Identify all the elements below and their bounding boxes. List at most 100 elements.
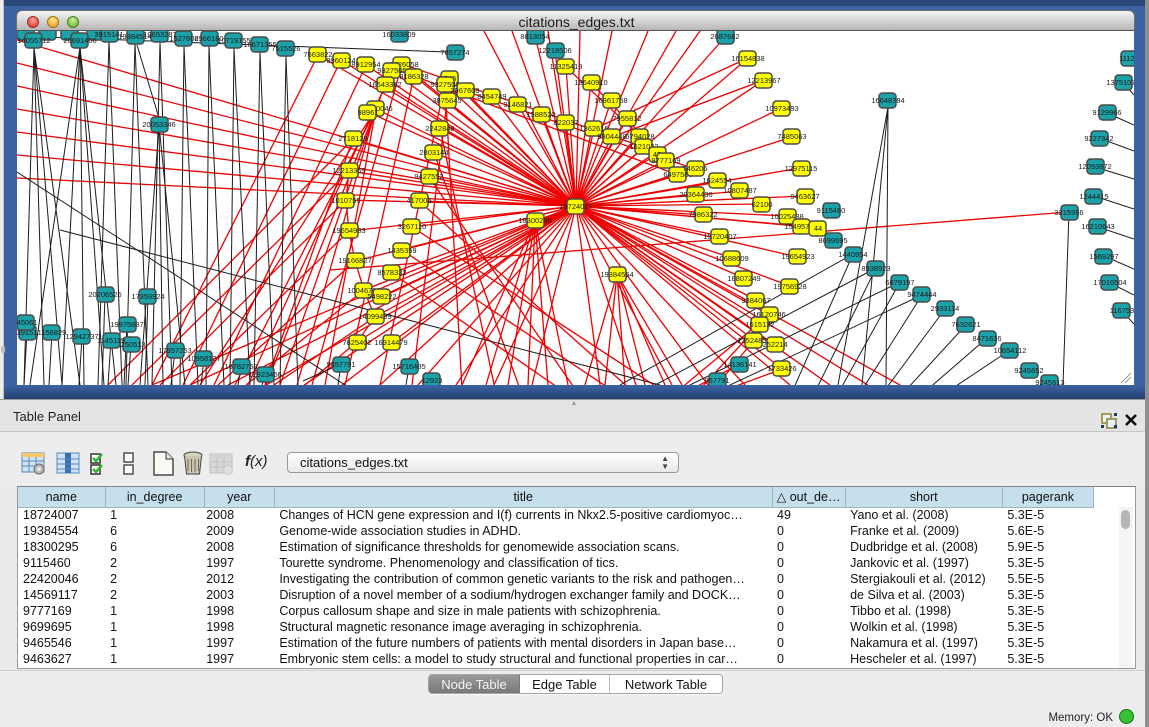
svg-text:116753: 116753 [1110,306,1134,315]
svg-text:12942737: 12942737 [65,332,98,341]
svg-text:7955812: 7955812 [612,114,641,123]
svg-text:1435359: 1435359 [387,246,416,255]
svg-text:7515526: 7515526 [271,44,300,53]
svg-text:17957253: 17957253 [158,346,191,355]
svg-text:18807249: 18807249 [727,274,760,283]
svg-text:8471636: 8471636 [972,334,1001,343]
svg-text:1244415: 1244415 [1079,192,1108,201]
svg-text:8699695: 8699695 [818,236,847,245]
svg-text:19756928: 19756928 [773,282,806,291]
svg-text:7625402: 7625402 [342,338,371,347]
svg-text:11325419: 11325419 [550,62,583,71]
svg-text:6879197: 6879197 [885,278,914,287]
svg-text:19166827: 19166827 [338,256,371,265]
svg-text:20691406: 20691406 [63,36,96,45]
svg-text:17016504: 17016504 [1093,278,1126,287]
svg-text:14136141: 14136141 [723,360,756,369]
svg-text:18724007: 18724007 [559,202,592,211]
svg-text:8578332: 8578332 [377,268,406,277]
svg-text:13751074: 13751074 [1106,78,1134,87]
svg-text:2718129: 2718129 [338,134,367,143]
svg-text:19384554: 19384554 [600,270,633,279]
svg-text:9457791: 9457791 [326,360,355,369]
svg-text:10973493: 10973493 [765,104,798,113]
svg-text:12975115: 12975115 [785,164,818,173]
svg-text:19975887: 19975887 [110,320,143,329]
svg-text:8912954: 8912954 [351,60,380,69]
svg-text:12213967: 12213967 [747,76,780,85]
svg-text:1624554: 1624554 [702,176,731,185]
svg-text:16210643: 16210643 [1081,222,1114,231]
svg-text:10807487: 10807487 [723,186,756,195]
svg-text:20053346: 20053346 [142,120,175,129]
svg-text:9227342: 9227342 [1084,134,1113,143]
svg-text:16033809: 16033809 [382,31,415,39]
svg-text:5498222: 5498222 [367,292,396,301]
svg-text:957791: 957791 [704,376,729,385]
svg-text:9777169: 9777169 [651,156,680,165]
svg-text:15716485: 15716485 [392,362,425,371]
svg-text:9245613: 9245613 [1035,378,1064,385]
svg-text:2687682: 2687682 [710,32,739,41]
svg-text:2933114: 2933114 [931,304,960,313]
svg-text:98961: 98961 [358,108,379,117]
svg-text:2803144: 2803144 [419,148,448,157]
svg-text:17359924: 17359924 [131,292,164,301]
svg-text:14099489: 14099489 [358,312,391,321]
svg-text:1588520: 1588520 [526,110,555,119]
svg-text:8813054: 8813054 [520,32,549,41]
svg-text:9427552: 9427552 [414,172,443,181]
svg-text:8938923: 8938923 [861,264,890,273]
svg-text:8186328: 8186328 [399,72,428,81]
svg-text:14055712: 14055712 [17,36,50,45]
svg-text:12093872: 12093872 [1078,162,1111,171]
svg-text:11123: 11123 [1119,54,1134,63]
svg-text:15720407: 15720407 [703,232,736,241]
svg-text:16782759: 16782759 [224,362,257,371]
svg-text:20206526: 20206526 [88,290,121,299]
svg-text:9115460: 9115460 [817,206,846,215]
svg-text:9384067: 9384067 [741,296,770,305]
svg-text:7857274: 7857274 [440,48,469,57]
svg-text:9474444: 9474444 [907,290,936,299]
svg-text:16914479: 16914479 [374,338,407,347]
svg-text:9245652: 9245652 [1014,366,1043,375]
svg-text:8454749: 8454749 [477,92,506,101]
svg-text:16154838: 16154838 [731,54,764,63]
svg-text:62100: 62100 [752,200,773,209]
svg-text:10688609: 10688609 [715,254,748,263]
svg-text:44: 44 [814,224,822,233]
svg-text:18640910: 18640910 [574,78,607,87]
svg-text:7986322: 7986322 [688,210,717,219]
svg-text:7485063: 7485063 [777,132,806,141]
svg-text:3267110: 3267110 [398,222,427,231]
svg-text:12923466: 12923466 [248,370,281,379]
svg-text:1569297: 1569297 [1089,252,1118,261]
svg-text:12213369: 12213369 [332,166,365,175]
svg-text:10958127: 10958127 [187,354,220,363]
svg-text:19654923: 19654923 [781,252,814,261]
svg-text:822037: 822037 [553,118,578,127]
svg-text:746206: 746206 [682,164,707,173]
svg-text:845061: 845061 [17,318,38,327]
svg-text:20364436: 20364436 [679,190,712,199]
svg-text:3875645: 3875645 [432,96,461,105]
svg-text:18300295: 18300295 [518,216,551,225]
svg-text:16648784: 16648784 [871,96,904,105]
svg-text:417006: 417006 [406,196,431,205]
svg-text:19654983: 19654983 [332,226,365,235]
svg-text:9904448: 9904448 [597,132,626,141]
svg-text:9129966: 9129966 [1092,108,1121,117]
svg-text:16961758: 16961758 [594,96,627,105]
svg-text:3215956: 3215956 [1054,208,1083,217]
svg-text:9463627: 9463627 [790,192,819,201]
svg-text:1440954: 1440954 [838,250,867,259]
svg-text:2242848: 2242848 [425,124,454,133]
svg-text:1156829: 1156829 [38,328,67,337]
svg-text:1145119: 1145119 [97,336,125,345]
svg-text:1615132: 1615132 [745,320,774,329]
svg-text:1733426: 1733426 [767,364,796,373]
svg-text:10654112: 10654112 [994,346,1027,355]
svg-text:252214: 252214 [762,340,787,349]
svg-text:1010755: 1010755 [331,196,360,205]
